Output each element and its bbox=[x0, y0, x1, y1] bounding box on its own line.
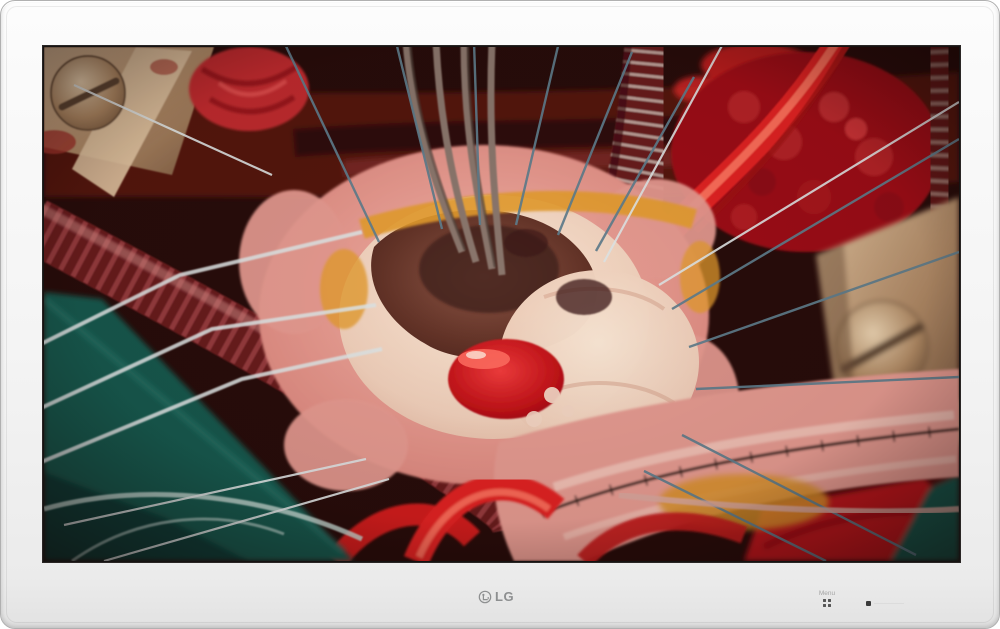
surgical-scene-image bbox=[44, 47, 959, 561]
monitor-product-shot: LG Menu bbox=[0, 0, 1000, 629]
power-led bbox=[866, 601, 871, 606]
scene-vignette bbox=[44, 47, 959, 561]
monitor-bezel: LG Menu bbox=[0, 0, 1000, 629]
screen-panel bbox=[43, 46, 960, 562]
menu-joystick-icon bbox=[823, 599, 832, 608]
bezel-seam-line bbox=[874, 603, 904, 604]
brand-logo-text: LG bbox=[495, 590, 514, 604]
menu-label: Menu bbox=[811, 590, 843, 597]
brand-logo: LG bbox=[478, 590, 514, 604]
lg-emblem-icon bbox=[478, 590, 492, 604]
menu-button[interactable]: Menu bbox=[811, 590, 843, 608]
